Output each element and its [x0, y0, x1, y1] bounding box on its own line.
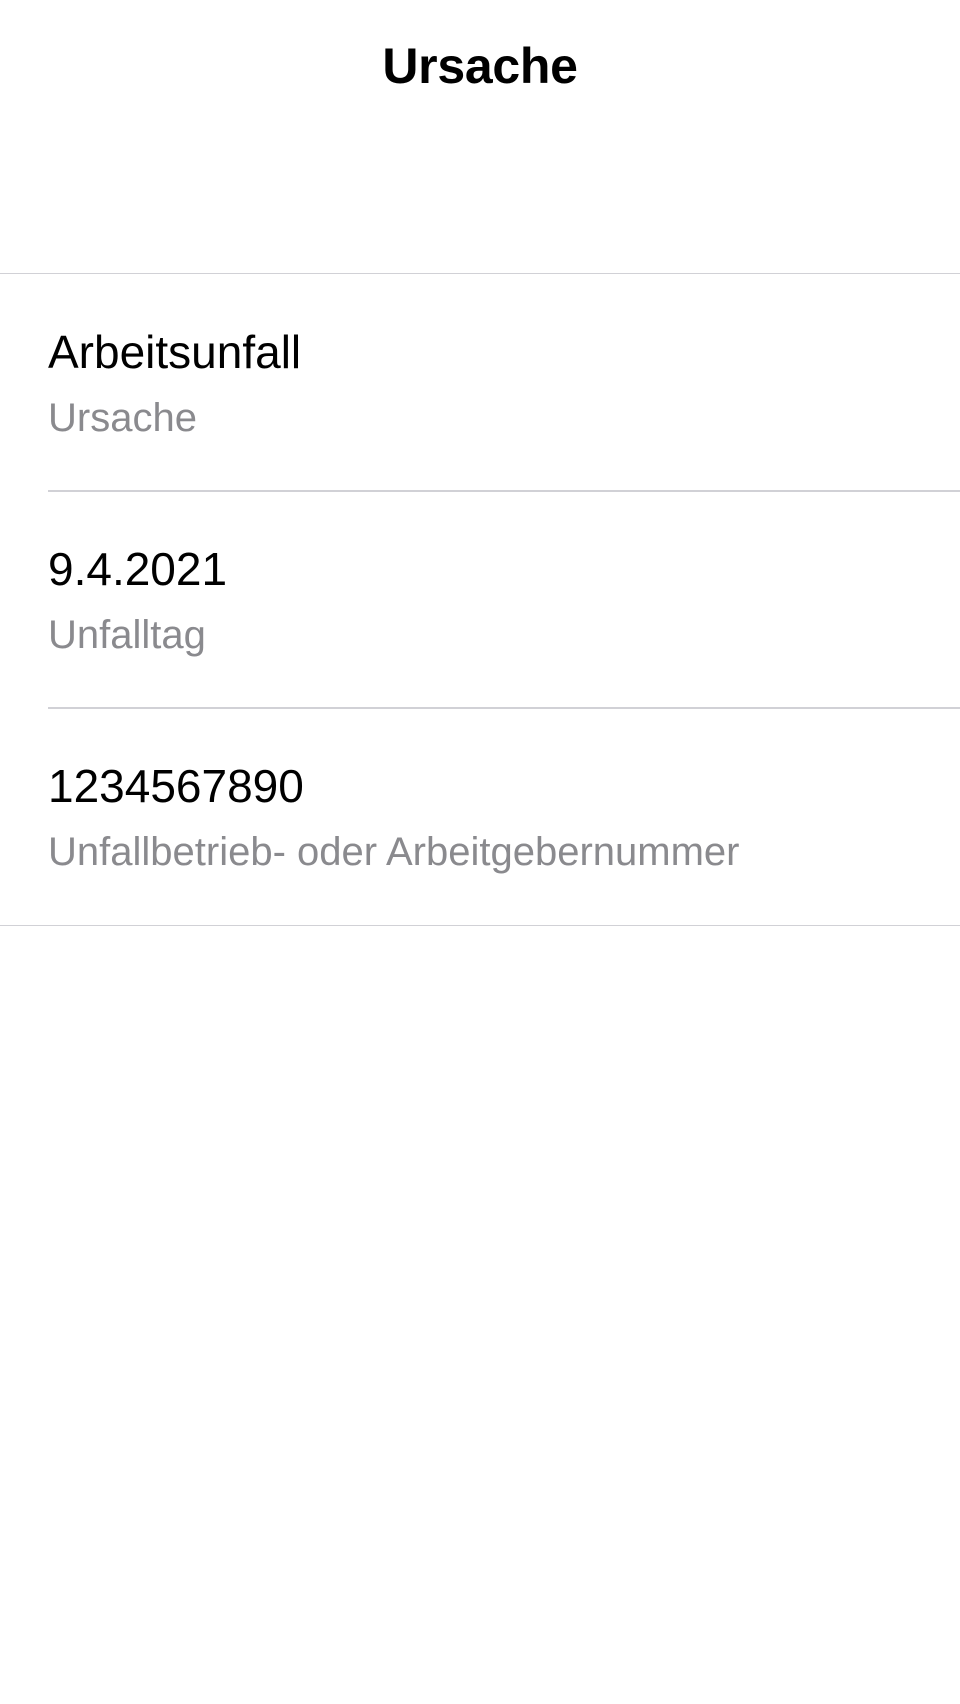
list-item-employer-number[interactable]: 1234567890 Unfallbetrieb- oder Arbeitgeb…	[0, 707, 960, 925]
list-item-cause[interactable]: Arbeitsunfall Ursache	[0, 274, 960, 491]
list-item-accident-date[interactable]: 9.4.2021 Unfalltag	[0, 490, 960, 708]
employer-number-label: Unfallbetrieb- oder Arbeitgebernummer	[48, 830, 740, 874]
cause-value: Arbeitsunfall	[48, 326, 302, 378]
page-title: Ursache	[382, 38, 578, 94]
accident-date-label: Unfalltag	[48, 613, 206, 657]
details-list: Arbeitsunfall Ursache 9.4.2021 Unfalltag…	[0, 273, 960, 926]
employer-number-value: 1234567890	[48, 760, 304, 812]
cause-label: Ursache	[48, 396, 197, 440]
navigation-bar: Ursache	[0, 0, 960, 140]
accident-date-value: 9.4.2021	[48, 543, 228, 595]
